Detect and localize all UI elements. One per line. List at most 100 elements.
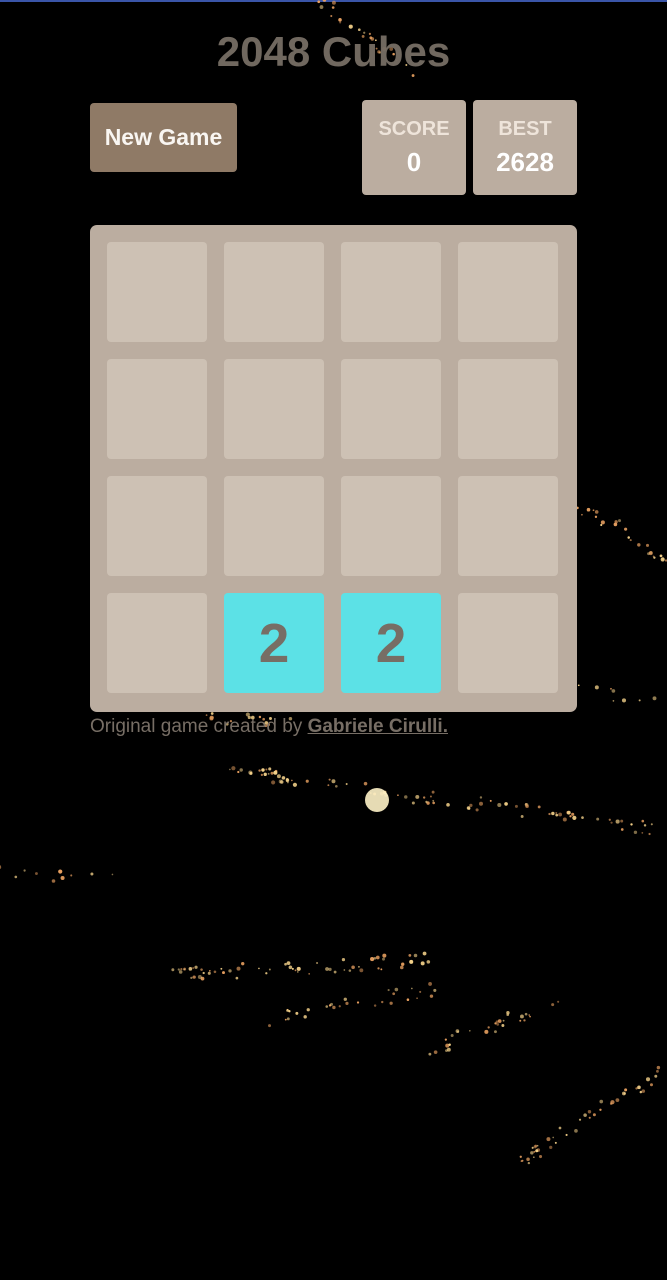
- sparkle: [546, 1137, 551, 1142]
- sparkle: [220, 967, 223, 970]
- sparkle: [345, 783, 348, 786]
- sparkle: [569, 815, 572, 818]
- sparkle: [532, 1156, 535, 1159]
- sparkle: [229, 768, 231, 771]
- sparkle: [520, 815, 524, 818]
- sparkle: [581, 816, 584, 819]
- sparkle: [270, 771, 274, 775]
- sparkle: [446, 1047, 451, 1052]
- best-score-box: BEST 2628: [473, 100, 577, 195]
- sparkle: [527, 1161, 531, 1165]
- sparkle: [624, 1088, 628, 1092]
- sparkle: [637, 1085, 641, 1090]
- sparkle: [627, 536, 630, 539]
- sparkle: [600, 520, 605, 525]
- sparkle: [645, 543, 650, 547]
- sparkle: [645, 1077, 651, 1082]
- author-link[interactable]: Gabriele Cirulli.: [308, 716, 448, 737]
- sparkle: [653, 556, 656, 559]
- sparkle: [411, 987, 413, 990]
- sparkle: [183, 968, 186, 971]
- sparkle: [618, 519, 622, 523]
- sparkle: [263, 772, 267, 777]
- sparkle: [594, 515, 598, 518]
- sparkle: [177, 968, 180, 971]
- new-game-button[interactable]: New Game: [90, 103, 237, 172]
- sparkle: [345, 1001, 349, 1005]
- sparkle: [660, 557, 665, 562]
- sparkle: [258, 769, 261, 772]
- score-value: 0: [406, 146, 422, 177]
- sparkle: [235, 976, 239, 980]
- empty-cell: [107, 476, 207, 576]
- sparkle: [648, 832, 651, 836]
- sparkle: [446, 803, 450, 807]
- sparkle: [479, 801, 484, 806]
- sparkle: [615, 1098, 620, 1102]
- sparkle: [325, 967, 329, 971]
- sparkle: [502, 1019, 505, 1022]
- sparkle: [278, 779, 283, 784]
- sparkle: [399, 965, 404, 970]
- sparkle: [538, 1155, 543, 1159]
- sparkle: [549, 1145, 553, 1150]
- sparkle: [207, 971, 211, 975]
- sparkle: [190, 976, 193, 980]
- sparkle: [14, 875, 18, 879]
- sparkle: [192, 975, 196, 979]
- sparkle: [562, 817, 567, 822]
- sparkle: [428, 982, 432, 986]
- sparkle: [524, 1012, 528, 1016]
- sparkle: [284, 962, 287, 966]
- sparkle: [596, 817, 600, 821]
- sparkle: [401, 962, 405, 966]
- sparkle: [409, 959, 414, 964]
- sparkle: [286, 961, 291, 966]
- sparkle: [493, 1030, 497, 1034]
- sparkle: [641, 1089, 646, 1093]
- sparkle: [408, 953, 412, 957]
- sparkle: [551, 811, 555, 816]
- sparkle: [479, 796, 483, 799]
- sparkle: [533, 1150, 536, 1153]
- sparkle: [330, 14, 333, 18]
- sparkle: [620, 819, 624, 823]
- sparkle: [23, 869, 26, 872]
- empty-cell: [224, 359, 324, 459]
- sparkle: [621, 1091, 626, 1096]
- sparkle: [558, 812, 563, 817]
- sparkle: [638, 699, 641, 702]
- empty-cell: [107, 593, 207, 693]
- footer-text: Original game created by: [90, 716, 308, 737]
- sparkle: [268, 968, 271, 971]
- sparkle: [637, 543, 641, 547]
- sparkle: [654, 1074, 658, 1078]
- sparkle: [213, 970, 217, 974]
- empty-cell: [458, 593, 558, 693]
- sparkle: [90, 872, 94, 876]
- sparkle: [194, 965, 198, 969]
- empty-cell: [341, 242, 441, 342]
- sparkle: [432, 801, 435, 805]
- sparkle: [348, 969, 352, 972]
- sparkle: [572, 815, 577, 820]
- sparkle: [381, 1000, 384, 1004]
- sparkle: [630, 823, 633, 826]
- sparkle: [316, 961, 319, 965]
- sparkle: [328, 778, 331, 781]
- sparkle: [520, 1014, 524, 1019]
- best-value: 2628: [496, 146, 554, 177]
- sparkle: [566, 810, 571, 815]
- sparkle: [51, 879, 56, 883]
- sparkle: [592, 1113, 596, 1117]
- sparkle: [265, 972, 268, 975]
- sparkle: [241, 961, 245, 966]
- sparkle: [497, 1019, 502, 1023]
- sparkle: [583, 1113, 587, 1117]
- sparkle: [373, 957, 377, 960]
- sparkle: [523, 1019, 526, 1022]
- sparkle: [343, 969, 346, 971]
- game-board[interactable]: 22: [90, 225, 577, 712]
- sparkle: [536, 1144, 539, 1147]
- sparkle: [382, 953, 387, 958]
